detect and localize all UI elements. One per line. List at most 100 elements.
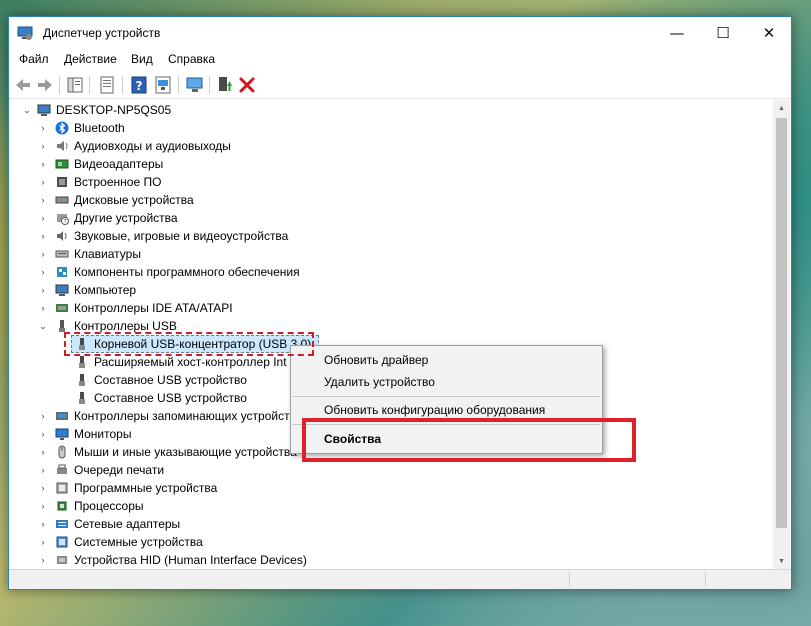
tree-node-label: DESKTOP-NP5QS05 xyxy=(56,103,172,117)
usb-device-icon xyxy=(79,356,85,368)
tree-category-node[interactable]: › Встроенное ПО xyxy=(11,173,751,191)
tree-category-node[interactable]: › Компоненты программного обеспечения xyxy=(11,263,751,281)
expand-chevron-right-icon[interactable]: › xyxy=(37,551,49,569)
expand-chevron-right-icon[interactable]: › xyxy=(37,425,49,443)
menu-help[interactable]: Справка xyxy=(168,52,215,66)
tree-node-label: Другие устройства xyxy=(74,211,178,225)
processor-icon xyxy=(57,501,67,511)
scrollbar-thumb[interactable] xyxy=(776,118,787,528)
expand-chevron-right-icon[interactable]: › xyxy=(37,461,49,479)
help-icon[interactable]: ? xyxy=(129,75,149,95)
tree-node-label: Составное USB устройство xyxy=(94,391,247,405)
toolbar-separator xyxy=(209,76,210,94)
expand-chevron-right-icon[interactable]: › xyxy=(37,173,49,191)
vertical-scrollbar[interactable]: ▲ ▼ xyxy=(773,100,790,570)
scan-monitor-icon[interactable] xyxy=(185,75,205,95)
unknown-device-icon: ? xyxy=(57,214,69,225)
menu-separator xyxy=(293,396,600,397)
show-devices-icon[interactable] xyxy=(153,75,173,95)
update-driver-icon[interactable] xyxy=(215,75,235,95)
keyboard-icon xyxy=(55,250,69,258)
display-adapter-icon xyxy=(55,159,69,169)
tree-category-node[interactable]: › Контроллеры IDE ATA/ATAPI xyxy=(11,299,751,317)
expand-chevron-right-icon[interactable]: › xyxy=(37,245,49,263)
status-bar xyxy=(9,569,791,589)
system-device-icon xyxy=(56,536,68,548)
mouse-icon xyxy=(58,445,66,459)
expand-chevron-right-icon[interactable]: › xyxy=(37,299,49,317)
show-hide-tree-icon[interactable] xyxy=(65,75,85,95)
expand-chevron-right-icon[interactable]: › xyxy=(37,479,49,497)
menu-action[interactable]: Действие xyxy=(64,52,117,66)
back-icon[interactable] xyxy=(13,75,33,95)
tree-category-node[interactable]: › Звуковые, игровые и видеоустройства xyxy=(11,227,751,245)
expand-chevron-right-icon[interactable]: › xyxy=(37,515,49,533)
menu-item-uninstall-device[interactable]: Удалить устройство xyxy=(324,375,435,389)
expand-chevron-down-icon[interactable]: ⌄ xyxy=(21,101,33,119)
tree-node-label: Встроенное ПО xyxy=(74,175,162,189)
disk-drive-icon xyxy=(55,196,69,204)
tree-node-label: Аудиовходы и аудиовыходы xyxy=(74,139,231,153)
tree-category-node[interactable]: › Компьютер xyxy=(11,281,751,299)
tree-category-node[interactable]: › Дисковые устройства xyxy=(11,191,751,209)
scroll-down-icon[interactable]: ▼ xyxy=(773,553,790,570)
tree-root-node[interactable]: ⌄ DESKTOP-NP5QS05 xyxy=(11,101,751,119)
scroll-up-icon[interactable]: ▲ xyxy=(773,100,790,117)
usb-icon xyxy=(59,320,65,332)
menu-item-update-driver[interactable]: Обновить драйвер xyxy=(324,353,428,367)
tree-category-node[interactable]: › Сетевые адаптеры xyxy=(11,515,751,533)
status-divider xyxy=(569,572,570,587)
tree-node-label: Дисковые устройства xyxy=(74,193,194,207)
tree-node-label: Контроллеры запоминающих устройств xyxy=(74,409,296,423)
status-divider xyxy=(705,572,706,587)
properties-icon[interactable] xyxy=(97,75,117,95)
expand-chevron-right-icon[interactable]: › xyxy=(37,209,49,227)
tree-category-node[interactable]: › Очереди печати xyxy=(11,461,751,479)
minimize-button[interactable]: — xyxy=(654,17,700,49)
menu-view[interactable]: Вид xyxy=(131,52,153,66)
tree-category-node[interactable]: › Системные устройства xyxy=(11,533,751,551)
uninstall-device-icon[interactable] xyxy=(237,75,257,95)
tree-category-node[interactable]: › Клавиатуры xyxy=(11,245,751,263)
expand-chevron-right-icon[interactable]: › xyxy=(37,533,49,551)
expand-chevron-right-icon[interactable]: › xyxy=(37,443,49,461)
tree-category-node[interactable]: › Процессоры xyxy=(11,497,751,515)
tree-category-node[interactable]: › Bluetooth xyxy=(11,119,751,137)
device-manager-window: Диспетчер устройств — ☐ ✕ Файл Действие … xyxy=(8,16,792,590)
tree-node-label: Системные устройства xyxy=(74,535,203,549)
window-title: Диспетчер устройств xyxy=(43,26,161,40)
expand-chevron-right-icon[interactable]: › xyxy=(37,227,49,245)
hid-icon xyxy=(57,556,67,564)
expand-chevron-right-icon[interactable]: › xyxy=(37,263,49,281)
maximize-button[interactable]: ☐ xyxy=(700,17,746,49)
tree-node-label: Программные устройства xyxy=(74,481,218,495)
svg-text:?: ? xyxy=(64,219,67,225)
speaker-icon xyxy=(57,141,68,151)
expand-chevron-right-icon[interactable]: › xyxy=(37,281,49,299)
expand-chevron-right-icon[interactable]: › xyxy=(37,119,49,137)
tree-node-label: Очереди печати xyxy=(74,463,165,477)
monitor-icon xyxy=(55,428,69,440)
usb-device-icon xyxy=(79,392,85,404)
menu-item-scan-hardware-changes[interactable]: Обновить конфигурацию оборудования xyxy=(324,403,545,417)
forward-icon[interactable] xyxy=(35,75,55,95)
computer-icon xyxy=(37,104,51,116)
expand-chevron-down-icon[interactable]: ⌄ xyxy=(37,317,49,335)
expand-chevron-right-icon[interactable]: › xyxy=(37,137,49,155)
tree-category-node[interactable]: › Аудиовходы и аудиовыходы xyxy=(11,137,751,155)
svg-text:?: ? xyxy=(136,79,143,93)
tree-node-label: Звуковые, игровые и видеоустройства xyxy=(74,229,289,243)
tree-category-node[interactable]: ›? Другие устройства xyxy=(11,209,751,227)
expand-chevron-right-icon[interactable]: › xyxy=(37,155,49,173)
tree-category-node[interactable]: › Видеоадаптеры xyxy=(11,155,751,173)
close-button[interactable]: ✕ xyxy=(746,17,792,49)
expand-chevron-right-icon[interactable]: › xyxy=(37,407,49,425)
expand-chevron-right-icon[interactable]: › xyxy=(37,191,49,209)
title-bar[interactable]: Диспетчер устройств — ☐ ✕ xyxy=(9,17,791,49)
software-device-icon xyxy=(56,482,68,494)
menu-file[interactable]: Файл xyxy=(19,52,49,66)
expand-chevron-right-icon[interactable]: › xyxy=(37,497,49,515)
tree-node-label: Процессоры xyxy=(74,499,144,513)
tree-category-node[interactable]: › Устройства HID (Human Interface Devices… xyxy=(11,551,751,569)
tree-category-node[interactable]: › Программные устройства xyxy=(11,479,751,497)
